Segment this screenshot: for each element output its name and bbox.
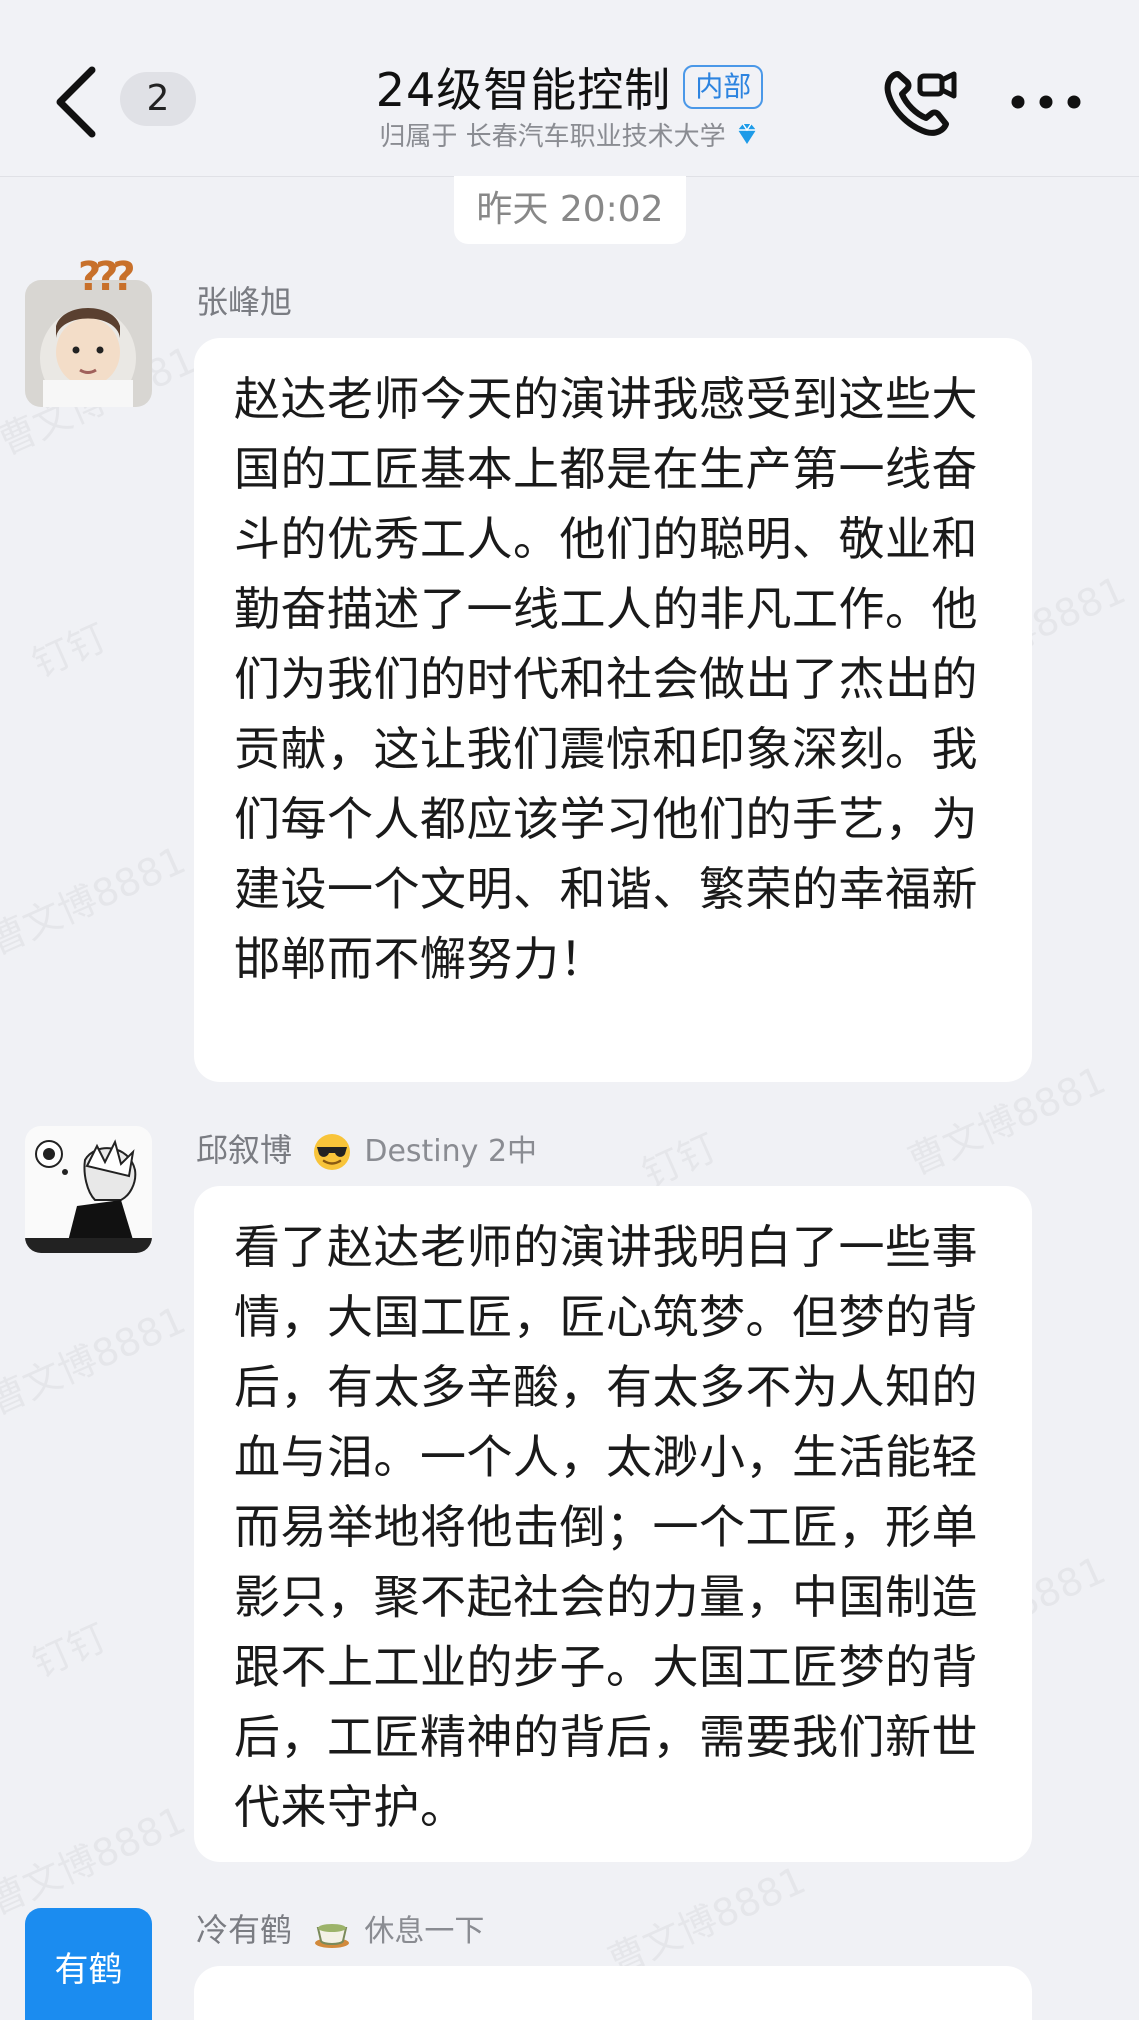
message-text: 赵达老师今天的演讲我感受到这些大国的工匠基本上都是在生产第一线奋斗的优秀工人。他… bbox=[234, 372, 978, 986]
timestamp-divider: 昨天 20:02 bbox=[454, 176, 686, 244]
message-bubble[interactable]: 看了赵达老师的演讲我明白了一些事情，大国工匠，匠心筑梦。但梦的背后，有太多辛酸，… bbox=[194, 1186, 1032, 1862]
sunglasses-emoji-icon bbox=[314, 1134, 351, 1170]
video-call-button[interactable] bbox=[878, 62, 960, 144]
title-row[interactable]: 24级智能控制 内部 bbox=[0, 52, 1139, 122]
sender-row: 冷有鹤 休息一下 bbox=[196, 1910, 484, 1950]
internal-tag: 内部 bbox=[683, 65, 764, 109]
diamond-icon bbox=[737, 123, 756, 144]
avatar[interactable]: 有鹤 bbox=[25, 1908, 152, 2020]
user-status: 休息一下 bbox=[364, 1914, 485, 1949]
message-text: 看了赵达老师的演讲我明白了一些事情，大国工匠，匠心筑梦。但梦的背后，有太多辛酸，… bbox=[234, 1220, 978, 1834]
message-bubble[interactable] bbox=[194, 1966, 1032, 2020]
sender-name[interactable]: 张峰旭 bbox=[196, 282, 292, 322]
more-dots-icon bbox=[1011, 95, 1081, 109]
watermark: 钉钉 bbox=[22, 1607, 114, 1688]
organization-label: 归属于 长春汽车职业技术大学 bbox=[379, 121, 726, 152]
watermark: 曹文博8881 bbox=[0, 830, 193, 966]
sender-row: 邱叙博 Destiny 2中 bbox=[196, 1130, 537, 1170]
more-options-button[interactable] bbox=[1008, 82, 1084, 122]
message-bubble[interactable]: 赵达老师今天的演讲我感受到这些大国的工匠基本上都是在生产第一线奋斗的优秀工人。他… bbox=[194, 338, 1032, 1082]
question-marks-decoration: ??? bbox=[78, 254, 136, 300]
tea-cup-icon bbox=[315, 1924, 350, 1948]
subtitle-row: 归属于 长春汽车职业技术大学 bbox=[0, 114, 1139, 154]
watermark: 曹文博8881 bbox=[0, 1290, 193, 1426]
user-status: Destiny 2中 bbox=[364, 1134, 538, 1169]
video-call-icon bbox=[884, 71, 957, 136]
watermark: 曹文博8881 bbox=[0, 1790, 193, 1926]
sender-name[interactable]: 冷有鹤 bbox=[196, 1911, 292, 1949]
avatar-initials: 有鹤 bbox=[54, 1950, 123, 1990]
watermark: 钉钉 bbox=[22, 607, 114, 688]
chat-header: 2 24级智能控制 内部 归属于 长春汽车职业技术大学 bbox=[0, 0, 1139, 177]
group-title[interactable]: 24级智能控制 bbox=[376, 54, 672, 120]
avatar-image bbox=[25, 1126, 152, 1253]
avatar[interactable] bbox=[25, 1126, 152, 1253]
sender-name[interactable]: 邱叙博 bbox=[196, 1131, 292, 1169]
